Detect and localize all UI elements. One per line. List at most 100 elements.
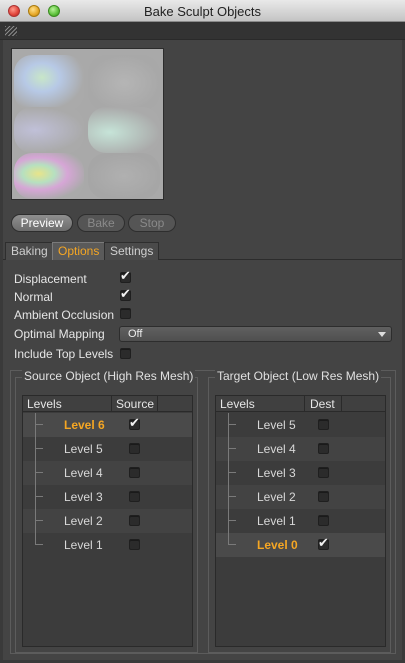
dest-level-checkbox[interactable] [318, 515, 329, 526]
checkmark-icon: ✔ [120, 286, 131, 301]
column-divider [111, 396, 112, 412]
table-row[interactable]: Level 3 [23, 485, 192, 509]
table-row[interactable]: Level 2 [23, 509, 192, 533]
levels-column-header[interactable]: Levels [220, 397, 255, 411]
levels-column-header[interactable]: Levels [27, 397, 62, 411]
tree-line [35, 461, 36, 485]
optimal-mapping-value: Off [128, 328, 143, 340]
source-level-checkbox[interactable] [129, 539, 140, 550]
optimal-mapping-label: Optimal Mapping [14, 327, 105, 341]
tree-line [35, 424, 43, 425]
dest-level-checkbox[interactable] [318, 419, 329, 430]
tab-settings[interactable]: Settings [104, 242, 160, 260]
source-level-checkbox[interactable]: ✔ [129, 415, 140, 430]
table-row[interactable]: Level 1 [216, 509, 385, 533]
source-level-checkbox[interactable] [129, 467, 140, 478]
level-label: Level 3 [64, 490, 103, 504]
tree-line [35, 509, 36, 533]
dest-column-header[interactable]: Dest [310, 397, 335, 411]
dest-level-checkbox[interactable] [318, 467, 329, 478]
table-row[interactable]: Level 6 ✔ [23, 413, 192, 437]
dest-level-checkbox[interactable] [318, 491, 329, 502]
source-object-group: Source Object (High Res Mesh) Levels Sou… [15, 369, 198, 653]
source-column-header[interactable]: Source [116, 397, 154, 411]
tree-line [228, 520, 236, 521]
source-level-checkbox[interactable] [129, 443, 140, 454]
tab-options[interactable]: Options [52, 242, 106, 260]
tree-line [35, 448, 43, 449]
ambient-occlusion-checkbox[interactable] [120, 308, 131, 319]
level-label: Level 1 [257, 514, 296, 528]
level-label: Level 6 [64, 418, 105, 432]
optimal-mapping-select[interactable]: Off [119, 326, 392, 342]
include-top-levels-checkbox[interactable] [120, 348, 131, 359]
source-level-checkbox[interactable] [129, 515, 140, 526]
tree-line [35, 544, 43, 545]
level-label: Level 5 [257, 418, 296, 432]
column-divider [304, 396, 305, 412]
target-object-group: Target Object (Low Res Mesh) Levels Dest… [208, 369, 391, 653]
table-row[interactable]: Level 1 [23, 533, 192, 557]
level-label: Level 0 [257, 538, 298, 552]
tab-bar: Baking Options Settings [3, 240, 402, 260]
tree-line [228, 472, 236, 473]
tree-line [228, 437, 229, 461]
level-label: Level 1 [64, 538, 103, 552]
table-row[interactable]: Level 2 [216, 485, 385, 509]
tree-line [228, 496, 236, 497]
tree-line [35, 496, 43, 497]
column-divider [157, 396, 158, 412]
level-label: Level 4 [64, 466, 103, 480]
source-object-title: Source Object (High Res Mesh) [22, 369, 196, 383]
tree-line [35, 437, 36, 461]
displacement-label: Displacement [14, 272, 87, 286]
tree-line [35, 413, 36, 437]
column-divider [341, 396, 342, 412]
toolbar-strip [0, 22, 405, 40]
dest-level-checkbox[interactable]: ✔ [318, 535, 329, 550]
tree-line [228, 485, 229, 509]
tree-line [228, 413, 229, 437]
include-top-levels-label: Include Top Levels [14, 347, 114, 361]
dest-level-checkbox[interactable] [318, 443, 329, 454]
tree-line [228, 448, 236, 449]
table-header: Levels Dest [216, 396, 385, 412]
displacement-checkbox[interactable]: ✔ [120, 269, 131, 283]
tree-line [228, 509, 229, 533]
checkmark-icon: ✔ [129, 415, 140, 430]
tab-baking[interactable]: Baking [5, 242, 54, 260]
level-label: Level 2 [64, 514, 103, 528]
source-level-checkbox[interactable] [129, 491, 140, 502]
chevron-down-icon [378, 332, 386, 337]
table-row[interactable]: Level 4 [216, 437, 385, 461]
tree-line [35, 520, 43, 521]
table-row[interactable]: Level 0 ✔ [216, 533, 385, 557]
table-row[interactable]: Level 5 [23, 437, 192, 461]
table-header: Levels Source [23, 396, 192, 412]
preview-button[interactable]: Preview [11, 214, 73, 232]
table-row[interactable]: Level 4 [23, 461, 192, 485]
source-levels-table: Levels Source Level 6 ✔ Level 5 Level 4 … [22, 395, 193, 647]
tree-line [228, 544, 236, 545]
preview-image [11, 48, 164, 200]
drag-grip-icon[interactable] [5, 26, 17, 36]
tree-line [35, 472, 43, 473]
target-object-title: Target Object (Low Res Mesh) [215, 369, 382, 383]
target-levels-table: Levels Dest Level 5 Level 4 Level 3 Leve… [215, 395, 386, 647]
tree-line [35, 485, 36, 509]
normal-checkbox[interactable]: ✔ [120, 286, 131, 301]
table-row[interactable]: Level 3 [216, 461, 385, 485]
table-row[interactable]: Level 5 [216, 413, 385, 437]
bake-button[interactable]: Bake [77, 214, 125, 232]
main-panel: Preview Bake Stop Baking Options Setting… [3, 40, 402, 660]
tree-line [228, 461, 229, 485]
checkmark-icon: ✔ [318, 535, 329, 550]
level-label: Level 5 [64, 442, 103, 456]
stop-button[interactable]: Stop [128, 214, 176, 232]
ambient-occlusion-label: Ambient Occlusion [14, 308, 115, 322]
title-bar: Bake Sculpt Objects [0, 0, 405, 22]
level-label: Level 3 [257, 466, 296, 480]
tree-line [228, 424, 236, 425]
window-title: Bake Sculpt Objects [143, 4, 262, 19]
level-label: Level 4 [257, 442, 296, 456]
